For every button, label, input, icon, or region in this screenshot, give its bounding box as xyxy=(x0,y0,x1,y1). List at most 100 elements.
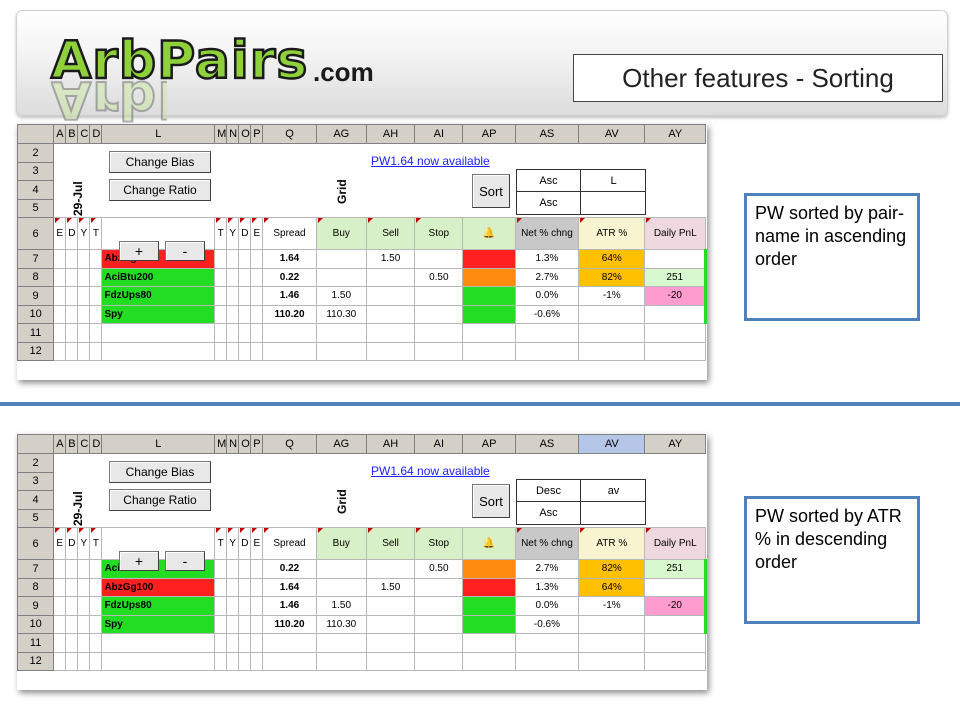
flag-cell[interactable] xyxy=(226,577,240,597)
flag-cell[interactable] xyxy=(250,267,264,287)
column-header-c[interactable]: C xyxy=(77,434,91,454)
column-header-ag[interactable]: AG xyxy=(315,124,367,144)
column-header-o[interactable]: O xyxy=(238,434,252,454)
corner-cell[interactable] xyxy=(17,434,55,454)
sort-key-2[interactable] xyxy=(581,192,646,215)
row-header[interactable]: 8 xyxy=(17,267,55,287)
empty-cell[interactable] xyxy=(214,323,228,343)
flag-cell[interactable] xyxy=(250,249,264,269)
empty-cell[interactable] xyxy=(89,651,103,671)
empty-cell[interactable] xyxy=(53,323,67,343)
empty-cell[interactable] xyxy=(226,633,240,653)
row-header[interactable]: 10 xyxy=(17,614,55,634)
empty-cell[interactable] xyxy=(214,651,228,671)
flag-cell[interactable] xyxy=(238,304,252,324)
row-header[interactable]: 2 xyxy=(17,453,55,473)
status-cell[interactable] xyxy=(462,267,516,287)
flag-cell[interactable] xyxy=(250,614,264,634)
empty-cell[interactable] xyxy=(462,341,516,361)
flag-cell[interactable] xyxy=(65,267,79,287)
empty-cell[interactable] xyxy=(101,651,216,671)
sort-key-1[interactable]: L xyxy=(581,170,646,192)
buy-cell[interactable] xyxy=(315,559,367,579)
flag-cell[interactable] xyxy=(250,559,264,579)
column-header-ag[interactable]: AG xyxy=(315,434,367,454)
column-header-ai[interactable]: AI xyxy=(414,434,464,454)
empty-cell[interactable] xyxy=(514,323,580,343)
empty-cell[interactable] xyxy=(644,341,706,361)
flag-cell[interactable] xyxy=(89,614,103,634)
row-header[interactable]: 3 xyxy=(17,471,55,491)
column-header-as[interactable]: AS xyxy=(514,124,580,144)
flag-cell[interactable] xyxy=(77,559,91,579)
daily-pnl-cell[interactable]: -20 xyxy=(644,596,707,616)
column-header-ay[interactable]: AY xyxy=(644,124,706,144)
table-row-empty[interactable]: 12 xyxy=(17,651,706,671)
empty-cell[interactable] xyxy=(578,651,646,671)
add-button[interactable]: + xyxy=(119,241,159,261)
row-header[interactable]: 5 xyxy=(17,508,55,528)
empty-cell[interactable] xyxy=(65,323,79,343)
column-header-a[interactable]: A xyxy=(53,434,67,454)
flag-cell[interactable] xyxy=(238,286,252,306)
stop-cell[interactable] xyxy=(414,286,464,306)
net-change-cell[interactable]: 0.0% xyxy=(514,286,580,306)
atr-cell[interactable]: 64% xyxy=(578,577,646,597)
net-change-cell[interactable]: -0.6% xyxy=(514,614,580,634)
flag-cell[interactable] xyxy=(238,614,252,634)
change-bias-button[interactable]: Change Bias xyxy=(109,151,211,173)
buy-cell[interactable]: 1.50 xyxy=(315,596,367,616)
flag-cell[interactable] xyxy=(89,249,103,269)
daily-pnl-cell[interactable] xyxy=(644,577,707,597)
status-cell[interactable] xyxy=(462,614,516,634)
flag-cell[interactable] xyxy=(214,249,228,269)
row-header[interactable]: 8 xyxy=(17,577,55,597)
column-header-d[interactable]: D xyxy=(89,124,103,144)
column-header-av[interactable]: AV xyxy=(578,124,646,144)
sort-key-1[interactable]: av xyxy=(581,480,646,502)
empty-cell[interactable] xyxy=(250,651,264,671)
empty-cell[interactable] xyxy=(462,633,516,653)
flag-cell[interactable] xyxy=(250,304,264,324)
sell-cell[interactable] xyxy=(365,596,416,616)
empty-cell[interactable] xyxy=(77,323,91,343)
empty-cell[interactable] xyxy=(89,633,103,653)
sell-cell[interactable]: 1.50 xyxy=(365,577,416,597)
status-cell[interactable] xyxy=(462,304,516,324)
flag-cell[interactable] xyxy=(226,286,240,306)
row-header[interactable]: 9 xyxy=(17,286,55,306)
empty-cell[interactable] xyxy=(65,633,79,653)
atr-cell[interactable]: 82% xyxy=(578,559,646,579)
empty-cell[interactable] xyxy=(262,341,317,361)
stop-cell[interactable] xyxy=(414,596,464,616)
flag-cell[interactable] xyxy=(226,304,240,324)
column-header-l[interactable]: L xyxy=(101,124,216,144)
empty-cell[interactable] xyxy=(315,341,367,361)
flag-cell[interactable] xyxy=(226,596,240,616)
pair-name-cell[interactable]: Spy xyxy=(101,614,216,634)
change-ratio-button[interactable]: Change Ratio xyxy=(109,179,211,201)
flag-cell[interactable] xyxy=(65,559,79,579)
atr-cell[interactable]: 82% xyxy=(578,267,646,287)
empty-cell[interactable] xyxy=(462,323,516,343)
flag-cell[interactable] xyxy=(250,286,264,306)
pair-name-cell[interactable]: AciBtu200 xyxy=(101,267,216,287)
buy-cell[interactable] xyxy=(315,249,367,269)
flag-cell[interactable] xyxy=(53,267,67,287)
column-header-m[interactable]: M xyxy=(214,124,228,144)
flag-cell[interactable] xyxy=(65,596,79,616)
row-header[interactable]: 6 xyxy=(17,217,55,250)
empty-cell[interactable] xyxy=(226,651,240,671)
empty-cell[interactable] xyxy=(238,651,252,671)
buy-cell[interactable]: 1.50 xyxy=(315,286,367,306)
stop-cell[interactable] xyxy=(414,577,464,597)
empty-cell[interactable] xyxy=(77,633,91,653)
stop-cell[interactable] xyxy=(414,614,464,634)
column-header-o[interactable]: O xyxy=(238,124,252,144)
empty-cell[interactable] xyxy=(644,323,706,343)
empty-cell[interactable] xyxy=(315,651,367,671)
flag-cell[interactable] xyxy=(89,596,103,616)
column-header-p[interactable]: P xyxy=(250,434,264,454)
atr-cell[interactable] xyxy=(578,614,646,634)
empty-cell[interactable] xyxy=(644,651,706,671)
